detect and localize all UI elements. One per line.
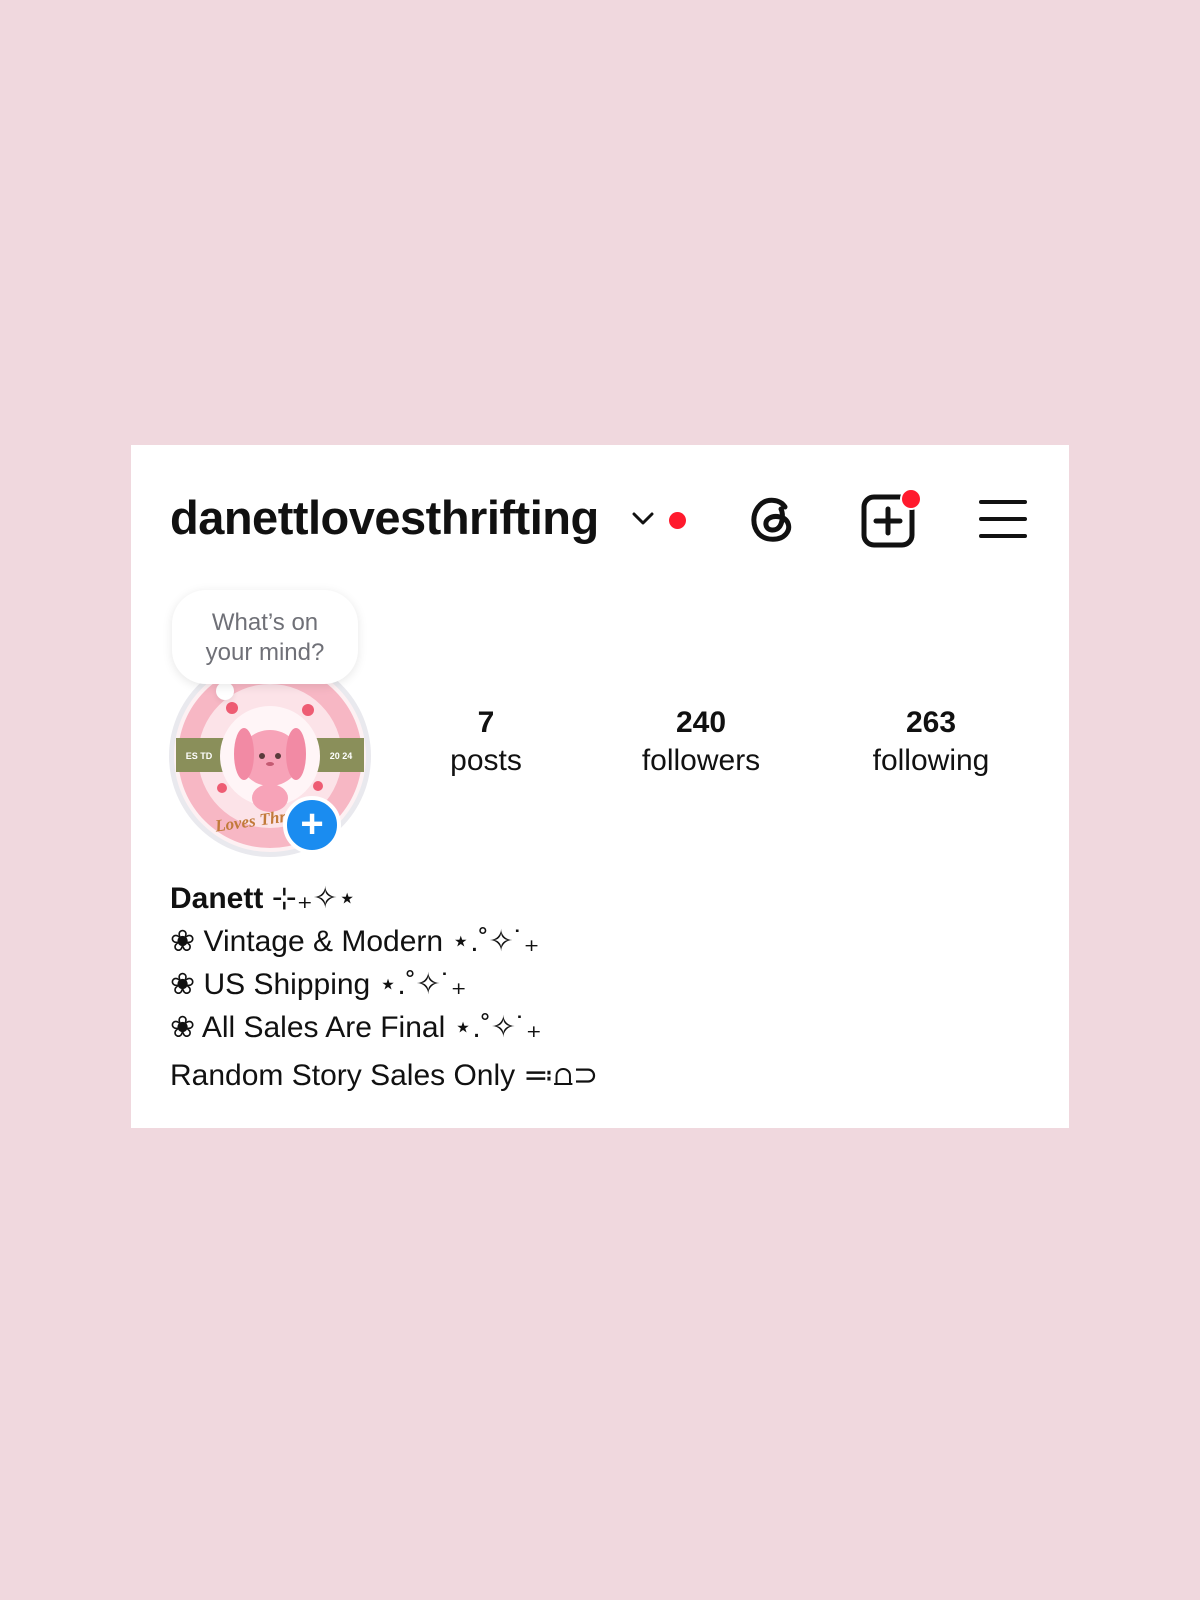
- plus-icon: +: [300, 802, 324, 846]
- stat-followers[interactable]: 240 followers: [611, 705, 791, 781]
- new-post-notification-dot: [900, 488, 922, 510]
- stat-following[interactable]: 263 following: [841, 705, 1021, 781]
- bio-name-line: Danett ⊹₊✧⋆: [170, 877, 598, 920]
- followers-count: 240: [675, 706, 727, 739]
- prompt-bubble-line1: What’s on: [211, 609, 319, 636]
- hamburger-menu-icon[interactable]: [979, 498, 1027, 540]
- chevron-down-icon[interactable]: [631, 509, 655, 527]
- bio: Danett ⊹₊✧⋆ ❀ Vintage & Modern ⋆.˚✧˙₊ ❀ …: [170, 877, 598, 1097]
- profile-header: danettlovesthrifting: [131, 445, 1069, 595]
- bio-line: ❀ Vintage & Modern ⋆.˚✧˙₊: [170, 925, 540, 958]
- prompt-bubble-tail: [216, 682, 234, 700]
- following-label: following: [872, 744, 990, 777]
- account-notification-dot: [669, 512, 686, 529]
- bio-name: Danett: [170, 882, 264, 915]
- followers-label: followers: [641, 744, 761, 777]
- stat-posts[interactable]: 7 posts: [411, 705, 561, 781]
- bio-line: ❀ US Shipping ⋆.˚✧˙₊: [170, 968, 467, 1001]
- profile-card: danettlovesthrifting ES TD 20 24 Loves T…: [131, 445, 1069, 1128]
- threads-icon[interactable]: [747, 493, 799, 545]
- posts-count: 7: [477, 706, 495, 739]
- following-count: 263: [905, 706, 957, 739]
- prompt-bubble-line2: your mind?: [205, 639, 325, 666]
- avatar-badge-left: ES TD: [186, 751, 213, 761]
- username[interactable]: danettlovesthrifting: [170, 490, 599, 545]
- add-story-button[interactable]: +: [283, 796, 341, 854]
- bio-line: ❀ All Sales Are Final ⋆.˚✧˙₊: [170, 1011, 542, 1044]
- bio-name-decor: ⊹₊✧⋆: [263, 882, 357, 915]
- prompt-bubble[interactable]: What’s on your mind?: [172, 590, 358, 684]
- avatar-badge-right: 20 24: [330, 751, 353, 761]
- posts-label: posts: [450, 744, 522, 777]
- bio-footer: Random Story Sales Only ≕⩍⊃: [170, 1059, 599, 1092]
